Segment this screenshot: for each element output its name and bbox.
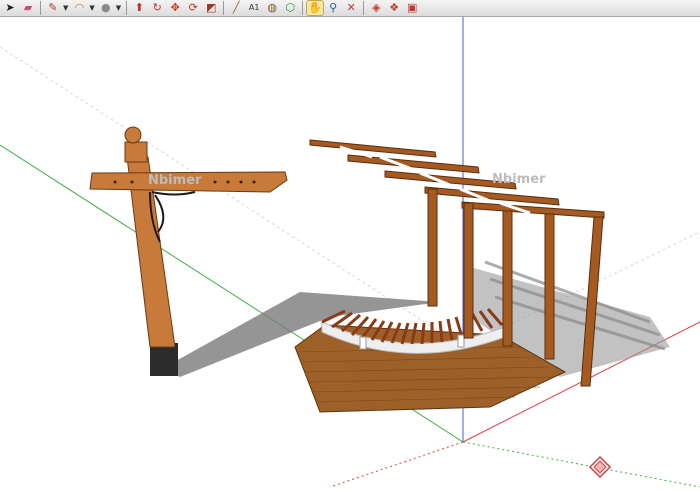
follow-me-tool-icon[interactable]: ↻ [149,1,165,15]
orbit-tool-icon[interactable]: ⬡ [282,1,298,15]
green-axis-dotted [462,441,700,488]
corner-logo-icon [588,455,612,479]
push-pull-tool-icon[interactable]: ⬆ [131,1,147,15]
select-tool-icon[interactable]: ➤ [2,1,18,15]
scene-canvas: Nbimer Nbimer [0,17,700,488]
post-neck [124,141,148,163]
pencil-line-tool-icon[interactable]: ✎ [45,1,61,15]
watermark-left: Nbimer [148,173,202,188]
toolbar-separator [40,1,41,15]
dropdown-arrow-icon[interactable]: ▼ [116,4,121,12]
shape-tool-icon[interactable]: ● [98,1,114,15]
post-finial [124,126,142,144]
paint-bucket-tool-icon[interactable]: ◍ [264,1,280,15]
toolbar: ➤ ▰ ✎ ▼ ◠ ▼ ● ▼ ⬆ ↻ ✥ ⟳ ◩ ╱ A1 ◍ ⬡ ✋ ⚲ ✕ ◈ ❖ ▣ [0,0,700,17]
post-base [150,343,178,376]
red-axis-dotted [329,441,464,488]
scale-tool-icon[interactable]: ◩ [203,1,219,15]
toolbar-separator [223,1,225,15]
bench-leg-2 [457,334,465,348]
move-tool-icon[interactable]: ✥ [167,1,183,15]
extension-icon[interactable]: ▣ [404,1,420,15]
warehouse-icon[interactable]: ◈ [368,1,384,15]
pan-tool-icon[interactable]: ✋ [306,0,325,16]
eraser-tool-icon[interactable]: ▰ [20,1,36,15]
text-tool-icon[interactable]: A1 [246,1,262,15]
arc-tool-icon[interactable]: ◠ [71,1,87,15]
tape-measure-tool-icon[interactable]: ╱ [228,1,244,15]
toolbar-separator [126,1,128,15]
watermark-right: Nbimer [492,172,546,187]
zoom-tool-icon[interactable]: ⚲ [325,1,341,15]
model-viewport[interactable]: Nbimer Nbimer [0,17,700,488]
dropdown-arrow-icon[interactable]: ▼ [89,4,94,12]
toolbar-separator [363,1,365,15]
rotate-tool-icon[interactable]: ⟳ [185,1,201,15]
toolbar-separator [302,1,304,15]
bench-leg-1 [359,336,367,350]
zoom-extents-tool-icon[interactable]: ✕ [343,1,359,15]
dropdown-arrow-icon[interactable]: ▼ [63,4,68,12]
components-icon[interactable]: ❖ [386,1,402,15]
